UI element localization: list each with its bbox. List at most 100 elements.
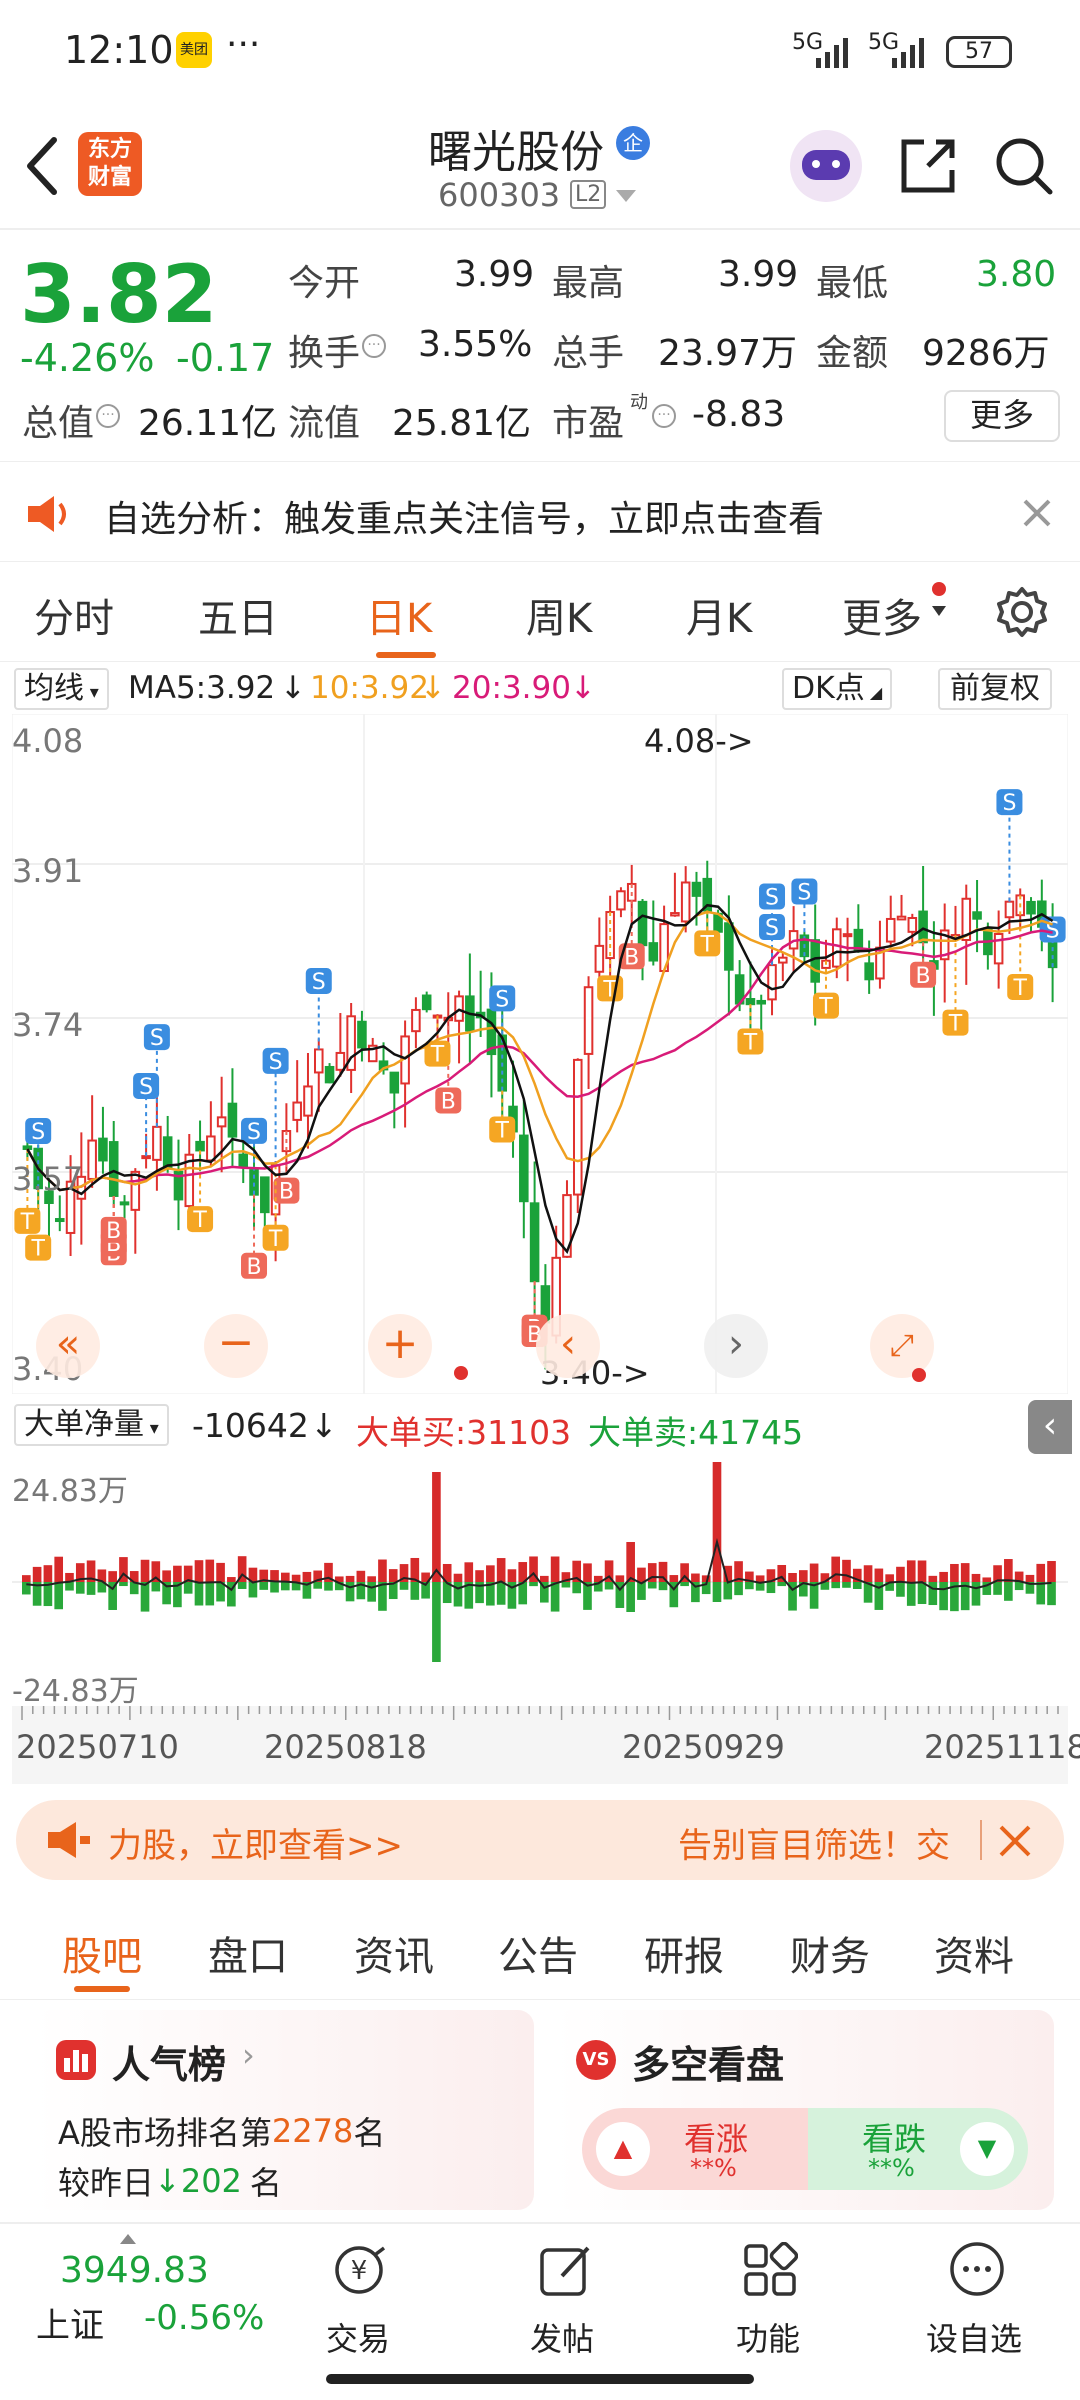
rank-value: 2278	[271, 2112, 354, 2150]
code-dropdown-icon[interactable]	[616, 190, 636, 204]
bottom-toolbar: 3949.83 上证 -0.56% ¥ 交易 发帖 功能 设自选	[0, 2222, 1080, 2400]
tab-five-day[interactable]: 五日	[198, 586, 278, 644]
trade-icon[interactable]: ¥	[324, 2242, 394, 2298]
ma10-down-arrow-icon: ↓	[420, 670, 446, 706]
tab-research[interactable]: 研报	[644, 1924, 724, 1982]
flow-sell-bar	[971, 1582, 981, 1606]
banner-close-icon[interactable]	[998, 1824, 1032, 1858]
turnover-info-icon[interactable]: ···	[362, 334, 386, 358]
index-value[interactable]: 3949.83	[60, 2250, 209, 2291]
back-arrow-icon[interactable]	[22, 136, 62, 196]
pe-value: -8.83	[692, 394, 786, 435]
banner-left-text[interactable]: 力股，立即查看>>	[108, 1818, 403, 1867]
signal-badge-letter: S	[150, 1026, 164, 1051]
zoom-out-icon[interactable]: −	[204, 1314, 268, 1378]
share-icon[interactable]	[898, 136, 958, 196]
tab-announcements[interactable]: 公告	[498, 1924, 578, 1982]
bull-up-icon: ▲	[596, 2122, 650, 2176]
search-icon[interactable]	[994, 136, 1054, 196]
tab-weekly-k[interactable]: 周K	[526, 586, 592, 644]
banner-right-text[interactable]: 告别盲目筛选！交	[678, 1818, 950, 1867]
tab-finance[interactable]: 财务	[790, 1924, 870, 1982]
close-notice-icon[interactable]	[1022, 498, 1052, 528]
tab-order-book[interactable]: 盘口	[208, 1924, 288, 1982]
candle-body	[993, 933, 1004, 965]
flow-sell-bar	[270, 1582, 279, 1593]
tab-profile[interactable]: 资料	[934, 1924, 1014, 1982]
flow-indicator-selector[interactable]: 大单净量 ▾	[14, 1404, 169, 1446]
bear-vote-button[interactable]: 看跌 **% ▼	[808, 2108, 1028, 2190]
more-dropdown-icon[interactable]	[932, 606, 946, 616]
ma-legend: 均线 ▾ MA5:3.92 ↓ 10:3.92 ↓ 20:3.90 ↓ DK点 …	[0, 662, 1080, 714]
flow-buy-bar	[140, 1559, 150, 1582]
analysis-notice[interactable]: 自选分析：触发重点关注信号，立即点击查看	[0, 462, 1080, 562]
tab-forum[interactable]: 股吧	[62, 1924, 142, 1982]
popularity-chevron-icon[interactable]: ›	[242, 2036, 255, 2074]
trade-label[interactable]: 交易	[326, 2314, 390, 2360]
stock-code: 600303	[438, 176, 561, 214]
candle-body	[529, 1202, 540, 1283]
settings-gear-icon[interactable]	[996, 586, 1048, 638]
dk-point-selector[interactable]: DK点 ◢	[782, 668, 893, 710]
level2-badge[interactable]: L2	[570, 180, 607, 209]
flow-buy-bar	[22, 1575, 31, 1582]
flow-buy-bar	[960, 1563, 970, 1582]
robot-assistant-icon[interactable]	[790, 130, 862, 202]
flow-sell-bar	[1036, 1582, 1046, 1605]
info-cards: 人气榜 › A股市场排名第 2278 名 较昨日 ↓ 202 名 VS 多空看盘…	[0, 2010, 1080, 2210]
zoom-in-icon[interactable]: +	[368, 1314, 432, 1378]
candle-body	[583, 986, 594, 1055]
order-flow-chart[interactable]: 24.83万 -24.83万	[12, 1456, 1068, 1709]
logo-line1: 东方	[87, 137, 132, 162]
rank-down-arrow-icon: ↓	[154, 2162, 181, 2200]
low-value: 3.80	[976, 254, 1057, 295]
candle-body	[238, 1153, 249, 1168]
functions-grid-icon[interactable]	[742, 2242, 798, 2298]
add-watchlist-icon[interactable]	[948, 2240, 1006, 2298]
tab-daily-k[interactable]: 日K	[366, 586, 432, 644]
candle-body	[206, 1135, 216, 1162]
collapse-panel-icon[interactable]: ‹	[1028, 1400, 1072, 1454]
index-name[interactable]: 上证	[36, 2298, 104, 2347]
more-quote-button[interactable]: 更多	[944, 390, 1060, 442]
signal-badge-letter: S	[139, 1075, 153, 1100]
candle-body	[303, 1085, 313, 1117]
market-cap-value: 26.11亿	[138, 403, 278, 444]
expand-icon[interactable]: ⤢	[870, 1314, 934, 1378]
promo-banner[interactable]: 力股，立即查看>> 告别盲目筛选！交	[16, 1800, 1064, 1880]
flow-buy-bar	[162, 1570, 171, 1582]
flow-buy-bar	[982, 1577, 992, 1582]
popularity-card[interactable]: 人气榜 › A股市场排名第 2278 名 较昨日 ↓ 202 名	[34, 2010, 534, 2210]
expand-red-dot	[912, 1368, 926, 1382]
adjust-selector[interactable]: 前复权	[938, 668, 1052, 710]
tab-news[interactable]: 资讯	[354, 1924, 434, 1982]
index-change[interactable]: -0.56%	[144, 2298, 264, 2338]
flow-buy-bar	[194, 1560, 204, 1582]
post-label[interactable]: 发帖	[530, 2314, 594, 2360]
signal-badge-letter: T	[948, 1012, 963, 1037]
candle-body	[87, 1139, 97, 1180]
tab-intraday[interactable]: 分时	[34, 586, 114, 644]
watchlist-label[interactable]: 设自选	[926, 2314, 1022, 2360]
indicator-selector[interactable]: 均线 ▾	[14, 668, 109, 710]
prev-icon[interactable]: ‹	[536, 1314, 600, 1378]
bear-down-icon: ▼	[960, 2122, 1014, 2176]
candle-body	[141, 1155, 151, 1160]
post-edit-icon[interactable]	[538, 2242, 594, 2298]
more-notifications: ···	[226, 24, 261, 65]
next-icon[interactable]: ›	[704, 1314, 768, 1378]
signal-bars-2-icon	[892, 38, 924, 68]
market-cap-info-icon[interactable]: ···	[96, 404, 120, 428]
scroll-left-fast-icon[interactable]: «	[36, 1314, 100, 1378]
pe-info-icon[interactable]: ···	[652, 404, 676, 428]
tab-more[interactable]: 更多	[842, 586, 922, 644]
bull-vote-button[interactable]: ▲ 看涨 **%	[582, 2108, 808, 2190]
tab-monthly-k[interactable]: 月K	[686, 586, 752, 644]
candle-body	[421, 994, 432, 1011]
functions-label[interactable]: 功能	[736, 2314, 800, 2360]
kline-chart[interactable]: SBTBTSSSSBTTTSTBTBBBTSTTSBSSBSBTST 4.08 …	[12, 714, 1068, 1394]
candle-body	[756, 999, 767, 1005]
order-flow-legend: 大单净量 ▾ -10642 ↓ 大单买:31103 大单卖:41745 ‹	[0, 1396, 1080, 1456]
zoom-red-dot	[454, 1366, 468, 1380]
ma10-value: 10:3.92	[310, 670, 429, 706]
